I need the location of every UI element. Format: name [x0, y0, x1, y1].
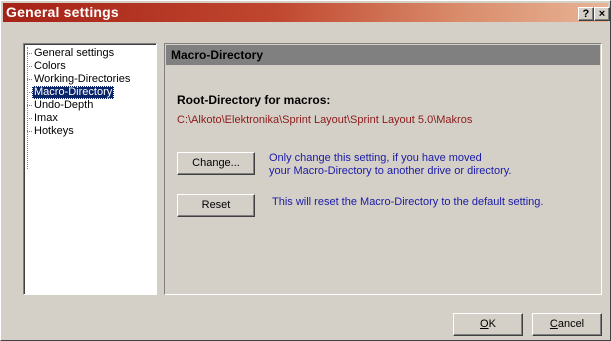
panel-header: Macro-Directory [166, 45, 600, 65]
ok-button[interactable]: OK [453, 313, 523, 336]
macro-directory-path: C:\Alkoto\Elektronika\Sprint Layout\Spri… [177, 114, 473, 126]
tree-item-macro-directory[interactable]: Macro-Directory [32, 86, 115, 99]
settings-tree[interactable]: General settings Colors Working-Director… [23, 43, 157, 295]
change-button[interactable]: Change... [177, 152, 255, 175]
change-info-line-2: your Macro-Directory to another drive or… [269, 165, 512, 177]
ok-label-rest: K [488, 318, 496, 330]
cancel-label-rest: ancel [557, 318, 585, 330]
tree-item-imax[interactable]: Imax [32, 112, 60, 125]
cancel-accelerator: C [549, 318, 558, 330]
tree-item-undo-depth[interactable]: Undo-Depth [32, 99, 95, 112]
tree-item-working-directories[interactable]: Working-Directories [32, 73, 132, 86]
tree-item-general-settings[interactable]: General settings [32, 47, 116, 60]
settings-dialog: General settings ? × General settings Co… [0, 0, 611, 341]
reset-button[interactable]: Reset [177, 194, 255, 217]
ok-accelerator: O [480, 318, 489, 330]
section-title: Root-Directory for macros: [177, 93, 331, 107]
window-title: General settings [6, 4, 119, 20]
change-info-line-1: Only change this setting, if you have mo… [269, 152, 482, 164]
change-info-text: Only change this setting, if you have mo… [269, 152, 512, 178]
tree-item-colors[interactable]: Colors [32, 60, 68, 73]
close-button[interactable]: × [594, 7, 610, 21]
cancel-button[interactable]: Cancel [532, 313, 602, 336]
reset-info-text: This will reset the Macro-Directory to t… [272, 196, 544, 208]
tree-item-hotkeys[interactable]: Hotkeys [32, 125, 76, 138]
title-bar[interactable]: General settings ? × [3, 3, 610, 22]
help-button[interactable]: ? [578, 7, 594, 21]
